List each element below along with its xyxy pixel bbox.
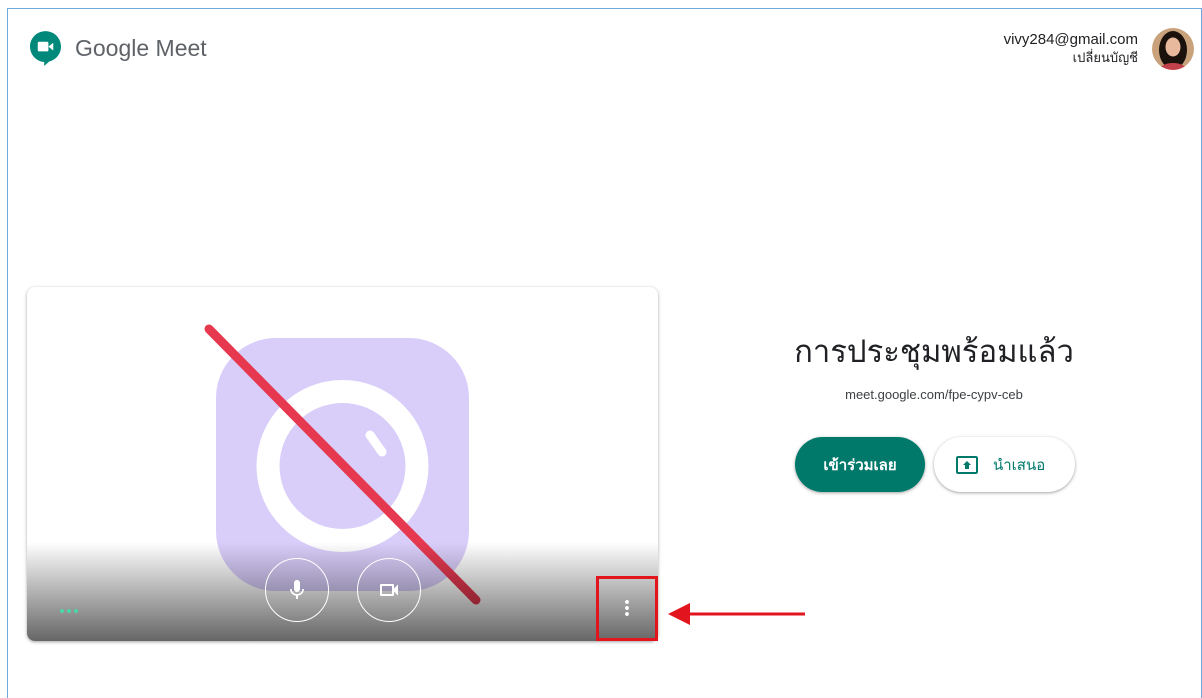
video-preview: [27, 287, 658, 641]
app-name: Google Meet: [75, 35, 207, 61]
microphone-icon: [290, 580, 304, 599]
google-meet-logo-icon: [30, 31, 61, 66]
avatar-face: [1165, 37, 1181, 57]
preview-bottom-gradient: [27, 542, 658, 641]
present-button[interactable]: นำเสนอ: [934, 437, 1075, 492]
join-now-button[interactable]: เข้าร่วมเลย: [795, 437, 925, 492]
video-camera-icon: [380, 584, 398, 596]
meeting-link: meet.google.com/fpe-cypv-ceb: [845, 387, 1023, 402]
arrow-head: [668, 603, 690, 625]
audio-level-dot: [67, 609, 71, 613]
account-info: vivy284@gmail.com เปลี่ยนบัญชี: [1004, 31, 1138, 66]
audio-level-dot: [60, 609, 64, 613]
avatar[interactable]: [1152, 28, 1194, 70]
present-to-all-icon: [956, 455, 978, 474]
meeting-ready-heading: การประชุมพร้อมแล้ว: [794, 334, 1074, 369]
annotation-highlight-box: [596, 576, 658, 641]
microphone-toggle-button[interactable]: [265, 558, 329, 622]
account-email: vivy284@gmail.com: [1003, 31, 1138, 48]
annotation-arrow-left-icon: [668, 603, 805, 625]
audio-level-dots-icon: [60, 609, 78, 613]
audio-level-dot: [74, 609, 78, 613]
avatar-photo-icon: [1152, 28, 1194, 70]
camera-toggle-button[interactable]: [357, 558, 421, 622]
switch-account-link[interactable]: เปลี่ยนบัญชี: [1004, 50, 1138, 66]
present-button-label: นำเสนอ: [993, 456, 1046, 474]
logo-camera-body: [37, 41, 49, 52]
